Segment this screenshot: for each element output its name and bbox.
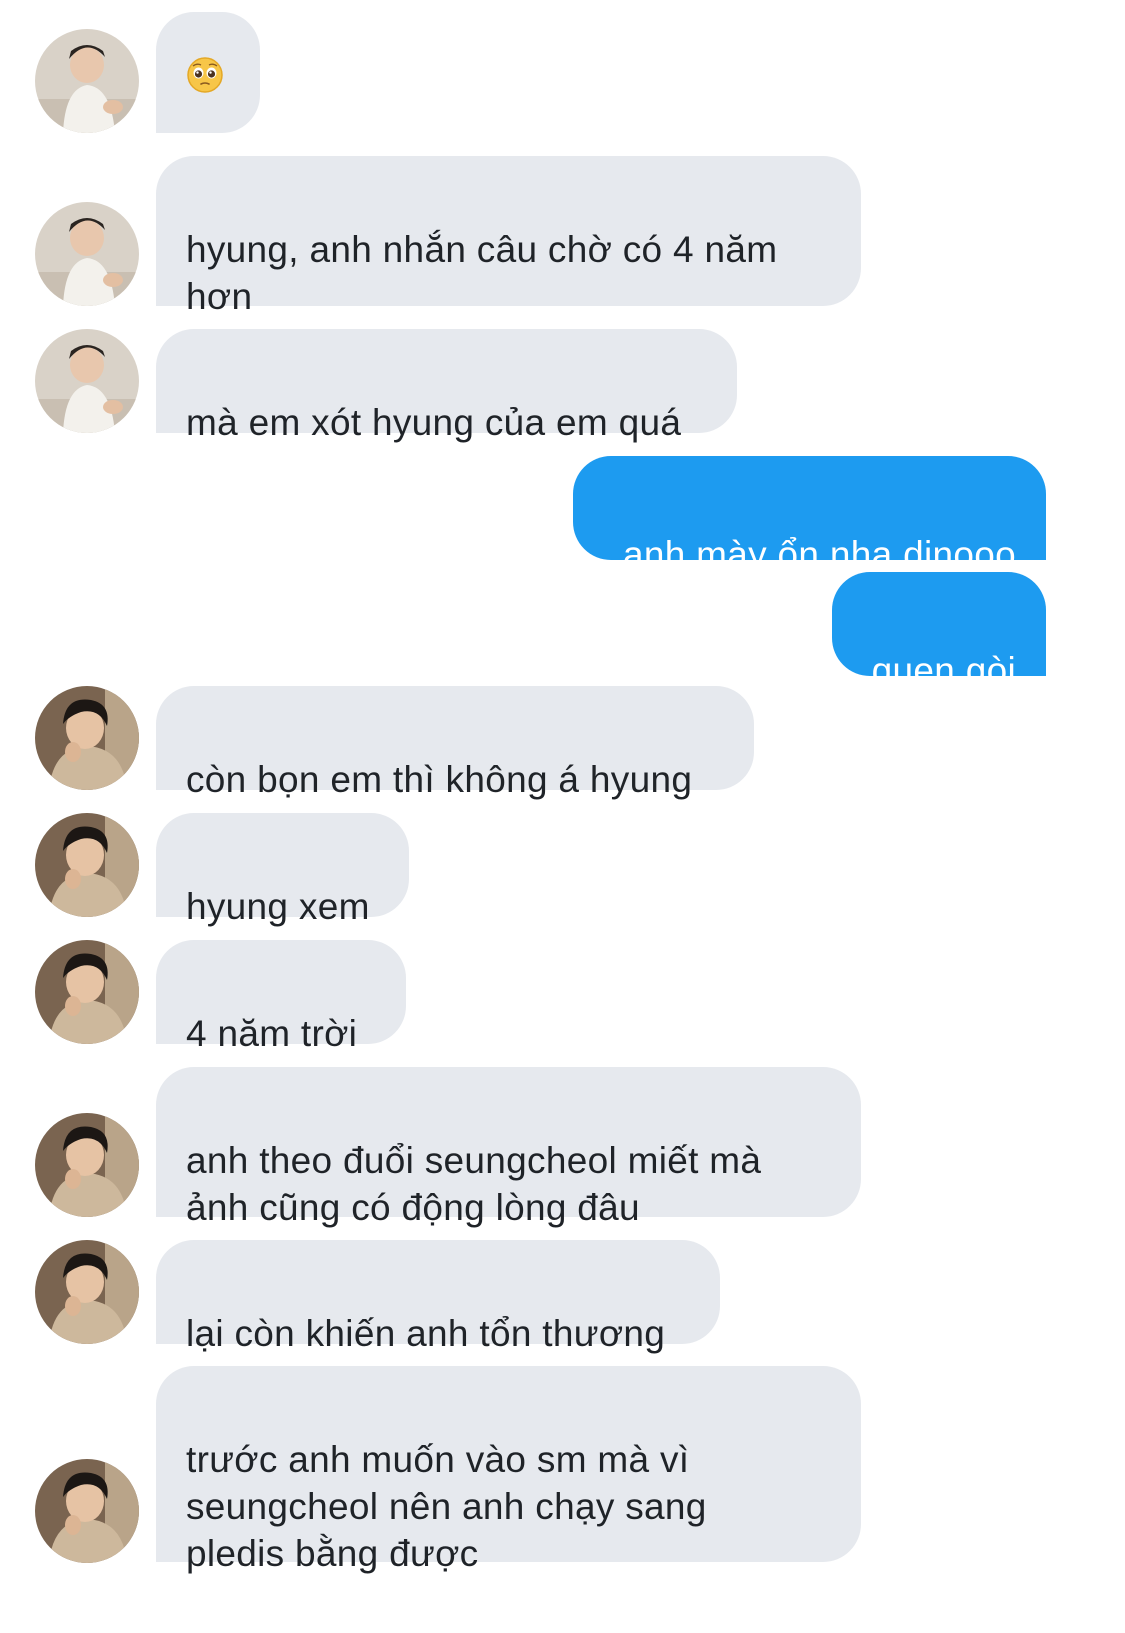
sender-avatar[interactable] xyxy=(35,813,139,917)
message-bubble-sent[interactable]: quen gòi xyxy=(832,572,1046,691)
message-bubble-received[interactable]: 4 năm trời xyxy=(156,940,406,1054)
pleading-face-icon xyxy=(187,57,223,93)
sender-avatar[interactable] xyxy=(35,329,139,433)
message-bubble-received[interactable]: hyung xem xyxy=(156,813,409,927)
message-text: quen gòi xyxy=(871,650,1016,691)
message-bubble-received[interactable]: còn bọn em thì không á hyung xyxy=(156,686,754,800)
message-bubble-received[interactable]: lại còn khiến anh tổn thương xyxy=(156,1240,720,1354)
avatar-photo-icon xyxy=(35,202,139,306)
avatar-photo-icon xyxy=(35,940,139,1044)
message-bubble-received[interactable]: mà em xót hyung của em quá xyxy=(156,329,737,443)
avatar-photo-icon xyxy=(35,813,139,917)
sender-avatar[interactable] xyxy=(35,1113,139,1217)
sender-avatar[interactable] xyxy=(35,202,139,306)
message-text: anh theo đuổi seungcheol miết mà ảnh cũn… xyxy=(186,1140,762,1228)
avatar-photo-icon xyxy=(35,686,139,790)
message-text: hyung xem xyxy=(186,886,370,927)
avatar-photo-icon xyxy=(35,329,139,433)
message-bubble-received[interactable]: trước anh muốn vào sm mà vì seungcheol n… xyxy=(156,1366,861,1574)
chat-thread: 🥺 hyung, anh nhắn câu chờ có 4 năm hơn m… xyxy=(0,0,1125,1633)
message-text: anh mày ổn nha dinooo xyxy=(622,534,1016,575)
message-bubble-received[interactable]: anh theo đuổi seungcheol miết mà ảnh cũn… xyxy=(156,1067,861,1228)
sender-avatar[interactable] xyxy=(35,686,139,790)
avatar-photo-icon xyxy=(35,1459,139,1563)
message-bubble-received[interactable]: hyung, anh nhắn câu chờ có 4 năm hơn xyxy=(156,156,861,317)
message-text: 4 năm trời xyxy=(186,1013,358,1054)
message-text: lại còn khiến anh tổn thương xyxy=(186,1313,666,1354)
sender-avatar[interactable] xyxy=(35,940,139,1044)
sender-avatar[interactable] xyxy=(35,1459,139,1563)
message-bubble-sent[interactable]: anh mày ổn nha dinooo xyxy=(573,456,1046,575)
avatar-photo-icon xyxy=(35,29,139,133)
message-text: mà em xót hyung của em quá xyxy=(186,402,682,443)
message-text: hyung, anh nhắn câu chờ có 4 năm hơn xyxy=(186,229,778,317)
message-text: trước anh muốn vào sm mà vì seungcheol n… xyxy=(186,1439,707,1574)
avatar-photo-icon xyxy=(35,1240,139,1344)
sender-avatar[interactable] xyxy=(35,29,139,133)
sender-avatar[interactable] xyxy=(35,1240,139,1344)
avatar-photo-icon xyxy=(35,1113,139,1217)
message-text: còn bọn em thì không á hyung xyxy=(186,759,693,800)
